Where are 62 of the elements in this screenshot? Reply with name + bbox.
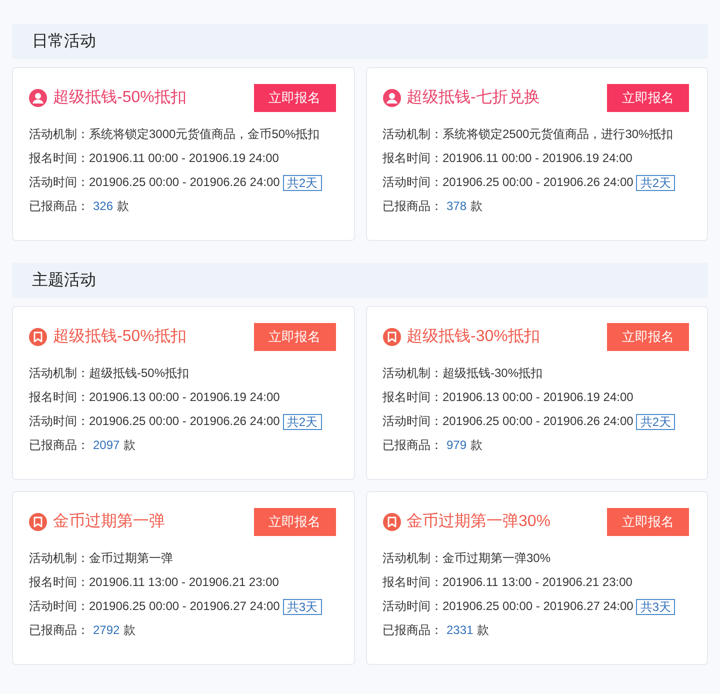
mechanism-text: 活动机制：金币过期第一弹	[29, 550, 174, 567]
count-unit: 款	[124, 622, 136, 639]
signup-time-text: 报名时间：201906.13 00:00 - 201906.19 24:00	[29, 389, 281, 406]
event-time-text: 活动时间：201906.25 00:00 - 201906.26 24:00	[382, 174, 634, 191]
count-value: 2097	[93, 437, 120, 454]
event-time-text: 活动时间：201906.25 00:00 - 201906.27 24:00	[382, 598, 634, 615]
mechanism-text: 活动机制：金币过期第一弹30%	[382, 550, 552, 567]
event-time-text: 活动时间：201906.25 00:00 - 201906.26 24:00	[382, 413, 634, 430]
signup-button[interactable]: 立即报名	[607, 323, 689, 351]
activity-title: 超级抵钱-七折兑换	[406, 88, 540, 108]
count-label: 已报商品：	[382, 622, 442, 639]
bookmark-icon	[29, 328, 47, 346]
count-value: 2792	[93, 622, 120, 639]
signup-time-text: 报名时间：201906.11 00:00 - 201906.19 24:00	[382, 150, 634, 167]
signup-button[interactable]: 立即报名	[254, 323, 336, 351]
count-unit: 款	[470, 437, 483, 454]
count-unit: 款	[124, 437, 136, 454]
signup-button[interactable]: 立即报名	[254, 84, 336, 112]
signup-time-text: 报名时间：201906.13 00:00 - 201906.19 24:00	[382, 389, 634, 406]
section-header: 日常活动	[12, 24, 708, 59]
duration-tag: 共2天	[282, 174, 322, 190]
duration-tag: 共3天	[636, 598, 676, 614]
signup-time-text: 报名时间：201906.11 00:00 - 201906.19 24:00	[29, 150, 280, 167]
count-unit: 款	[470, 198, 483, 215]
bookmark-icon	[382, 513, 400, 531]
count-label: 已报商品：	[29, 198, 89, 215]
duration-tag: 共3天	[282, 598, 322, 614]
signup-button[interactable]: 立即报名	[254, 508, 336, 536]
count-label: 已报商品：	[29, 437, 89, 454]
count-unit: 款	[477, 622, 490, 639]
mechanism-text: 活动机制：超级抵钱-50%抵扣	[29, 365, 190, 382]
count-label: 已报商品：	[29, 622, 89, 639]
count-value: 326	[93, 198, 114, 215]
duration-tag: 共2天	[636, 174, 676, 190]
signup-time-text: 报名时间：201906.11 13:00 - 201906.21 23:00	[29, 574, 280, 591]
user-icon	[29, 89, 47, 107]
signup-time-text: 报名时间：201906.11 13:00 - 201906.21 23:00	[382, 574, 634, 591]
section-header: 主题活动	[12, 263, 708, 298]
event-time-text: 活动时间：201906.25 00:00 - 201906.27 24:00	[29, 598, 280, 615]
signup-button[interactable]: 立即报名	[607, 84, 689, 112]
duration-tag: 共2天	[636, 414, 676, 430]
activity-title: 金币过期第一弹30%	[406, 512, 551, 532]
activity-title: 金币过期第一弹	[53, 512, 165, 532]
activity-title: 超级抵钱-50%抵扣	[53, 327, 186, 347]
event-time-text: 活动时间：201906.25 00:00 - 201906.26 24:00	[29, 413, 280, 430]
mechanism-text: 活动机制：系统将锁定3000元货值商品，金币50%抵扣	[29, 126, 321, 143]
count-label: 已报商品：	[382, 437, 442, 454]
duration-tag: 共2天	[282, 414, 322, 430]
count-unit: 款	[117, 198, 130, 215]
count-value: 979	[446, 437, 467, 454]
count-value: 378	[446, 198, 467, 215]
event-time-text: 活动时间：201906.25 00:00 - 201906.26 24:00	[29, 174, 280, 191]
activity-title: 超级抵钱-50%抵扣	[53, 88, 186, 108]
count-label: 已报商品：	[382, 198, 442, 215]
count-value: 2331	[446, 622, 474, 639]
user-icon	[382, 89, 400, 107]
signup-button[interactable]: 立即报名	[607, 508, 689, 536]
bookmark-icon	[382, 328, 400, 346]
mechanism-text: 活动机制：系统将锁定2500元货值商品，进行30%抵扣	[382, 126, 674, 143]
bookmark-icon	[29, 513, 47, 531]
mechanism-text: 活动机制：超级抵钱-30%抵扣	[382, 365, 544, 382]
activity-title: 超级抵钱-30%抵扣	[406, 327, 540, 347]
